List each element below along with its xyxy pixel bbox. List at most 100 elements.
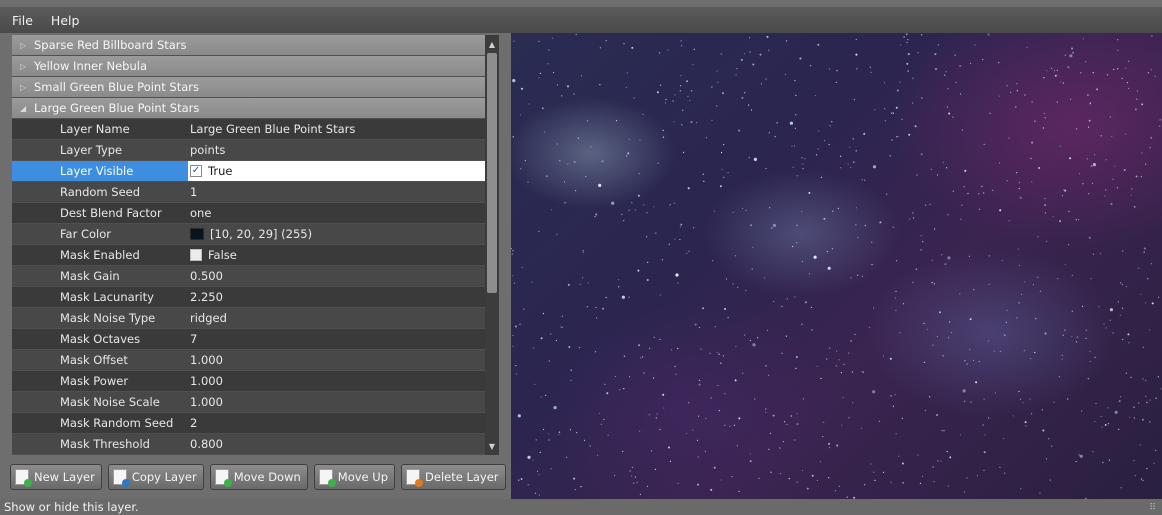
property-row[interactable]: Mask Gain 0.500 [12, 266, 485, 286]
property-name: Mask Octaves [60, 332, 141, 346]
property-value[interactable]: 7 [188, 329, 485, 349]
property-name: Dest Blend Factor [60, 206, 162, 220]
property-value-text: 1.000 [190, 395, 223, 409]
property-name: Mask Noise Scale [60, 395, 160, 409]
property-value[interactable]: 1 [188, 182, 485, 202]
layer-group-large-green-blue-point-stars[interactable]: ◢ Large Green Blue Point Stars [12, 98, 485, 118]
menu-bar: File Help [0, 7, 1162, 33]
move-up-button[interactable]: Move Up [313, 464, 396, 490]
property-name: Far Color [60, 227, 112, 241]
property-row[interactable]: Mask Noise Type ridged [12, 308, 485, 328]
color-swatch[interactable] [190, 228, 204, 240]
move-up-icon [318, 469, 336, 487]
scrollbar-thumb[interactable] [487, 53, 497, 293]
property-value-text: 0.500 [190, 269, 223, 283]
property-value-text: 1.000 [190, 374, 223, 388]
property-row[interactable]: Layer Name Large Green Blue Point Stars [12, 119, 485, 139]
property-name: Mask Enabled [60, 248, 140, 262]
new-layer-button[interactable]: New Layer [10, 464, 102, 490]
property-value[interactable]: points [188, 140, 485, 160]
property-value[interactable]: 1.000 [188, 392, 485, 412]
property-value[interactable]: [10, 20, 29] (255) [188, 224, 485, 244]
property-row[interactable]: Mask Power 1.000 [12, 371, 485, 391]
menu-file[interactable]: File [0, 13, 42, 28]
property-value[interactable]: 0.500 [188, 266, 485, 286]
property-value-text: points [190, 143, 226, 157]
property-name: Mask Lacunarity [60, 290, 154, 304]
property-value[interactable]: False [188, 245, 485, 265]
property-row[interactable]: Random Seed 1 [12, 182, 485, 202]
move-down-button[interactable]: Move Down [209, 464, 308, 490]
move-down-label: Move Down [233, 470, 301, 484]
property-name: Mask Power [60, 374, 129, 388]
property-value[interactable]: one [188, 203, 485, 223]
property-name: Layer Type [60, 143, 123, 157]
layer-group-label: Large Green Blue Point Stars [34, 101, 200, 115]
property-name: Random Seed [60, 185, 141, 199]
scroll-down-arrow-icon[interactable]: ▼ [485, 439, 499, 453]
layer-button-bar: New Layer Copy Layer Move Down Move Up D… [10, 464, 506, 492]
property-name: Mask Noise Type [60, 311, 156, 325]
property-value-text: 1.000 [190, 353, 223, 367]
property-name: Mask Gain [60, 269, 120, 283]
expand-arrow-icon[interactable]: ▷ [20, 62, 34, 71]
property-row[interactable]: Mask Octaves 7 [12, 329, 485, 349]
starfield-canvas [511, 33, 1162, 499]
property-value-text: 1 [190, 185, 198, 199]
checkbox-unchecked-icon[interactable] [190, 249, 202, 261]
expand-arrow-icon[interactable]: ▷ [20, 41, 34, 50]
property-value-text: [10, 20, 29] (255) [210, 227, 313, 241]
property-row[interactable]: Layer Visible ✓ True [12, 161, 485, 181]
move-down-icon [214, 469, 232, 487]
new-layer-label: New Layer [34, 470, 95, 484]
layer-group-label: Yellow Inner Nebula [34, 59, 147, 73]
property-row[interactable]: Layer Type points [12, 140, 485, 160]
property-value[interactable]: ridged [188, 308, 485, 328]
property-row[interactable]: Mask Lacunarity 2.250 [12, 287, 485, 307]
property-value[interactable]: Large Green Blue Point Stars [188, 119, 485, 139]
property-list: Layer Name Large Green Blue Point Stars La… [12, 119, 485, 454]
property-row[interactable]: Mask Offset 1.000 [12, 350, 485, 370]
menu-help[interactable]: Help [42, 13, 89, 28]
property-name: Layer Name [60, 122, 130, 136]
copy-layer-button[interactable]: Copy Layer [107, 464, 204, 490]
property-row[interactable]: Mask Random Seed 2 [12, 413, 485, 433]
property-value-text: 0.800 [190, 437, 223, 451]
layer-group-yellow-inner-nebula[interactable]: ▷ Yellow Inner Nebula [12, 56, 485, 76]
layer-group-sparse-red-billboard-stars[interactable]: ▷ Sparse Red Billboard Stars [12, 35, 485, 55]
property-value-text: ridged [190, 311, 227, 325]
property-value[interactable]: 2 [188, 413, 485, 433]
property-row[interactable]: Mask Enabled False [12, 245, 485, 265]
property-row[interactable]: Mask Threshold 0.800 [12, 434, 485, 454]
property-value-text: 7 [190, 332, 198, 346]
scroll-up-arrow-icon[interactable]: ▲ [485, 37, 499, 51]
property-row[interactable]: Far Color [10, 20, 29] (255) [12, 224, 485, 244]
property-value[interactable]: ✓ True [188, 161, 485, 181]
resize-grip-icon[interactable]: ⠿ [1149, 503, 1156, 513]
property-name: Layer Visible [12, 161, 188, 181]
property-row[interactable]: Mask Noise Scale 1.000 [12, 392, 485, 412]
layer-group-small-green-blue-point-stars[interactable]: ▷ Small Green Blue Point Stars [12, 77, 485, 97]
expand-arrow-icon[interactable]: ▷ [20, 83, 34, 92]
delete-layer-icon [406, 469, 424, 487]
collapse-arrow-icon[interactable]: ◢ [20, 104, 34, 113]
property-value-text: False [208, 248, 237, 262]
tree-scrollbar[interactable]: ▲ ▼ [485, 35, 499, 455]
checkbox-checked-icon[interactable]: ✓ [190, 165, 202, 177]
delete-layer-button[interactable]: Delete Layer [401, 464, 506, 490]
property-value[interactable]: 2.250 [188, 287, 485, 307]
starfield-preview[interactable] [511, 33, 1162, 499]
layer-property-tree: ▷ Sparse Red Billboard Stars ▷ Yellow In… [12, 35, 499, 455]
move-up-label: Move Up [337, 470, 389, 484]
property-value[interactable]: 0.800 [188, 434, 485, 454]
property-value[interactable]: 1.000 [188, 350, 485, 370]
copy-layer-icon [112, 469, 130, 487]
status-text: Show or hide this layer. [4, 500, 139, 514]
layer-group-label: Small Green Blue Point Stars [34, 80, 199, 94]
property-name: Mask Random Seed [60, 416, 174, 430]
property-row[interactable]: Dest Blend Factor one [12, 203, 485, 223]
copy-layer-label: Copy Layer [131, 470, 197, 484]
property-value[interactable]: 1.000 [188, 371, 485, 391]
property-value-text: True [208, 164, 233, 178]
property-name: Mask Threshold [60, 437, 150, 451]
